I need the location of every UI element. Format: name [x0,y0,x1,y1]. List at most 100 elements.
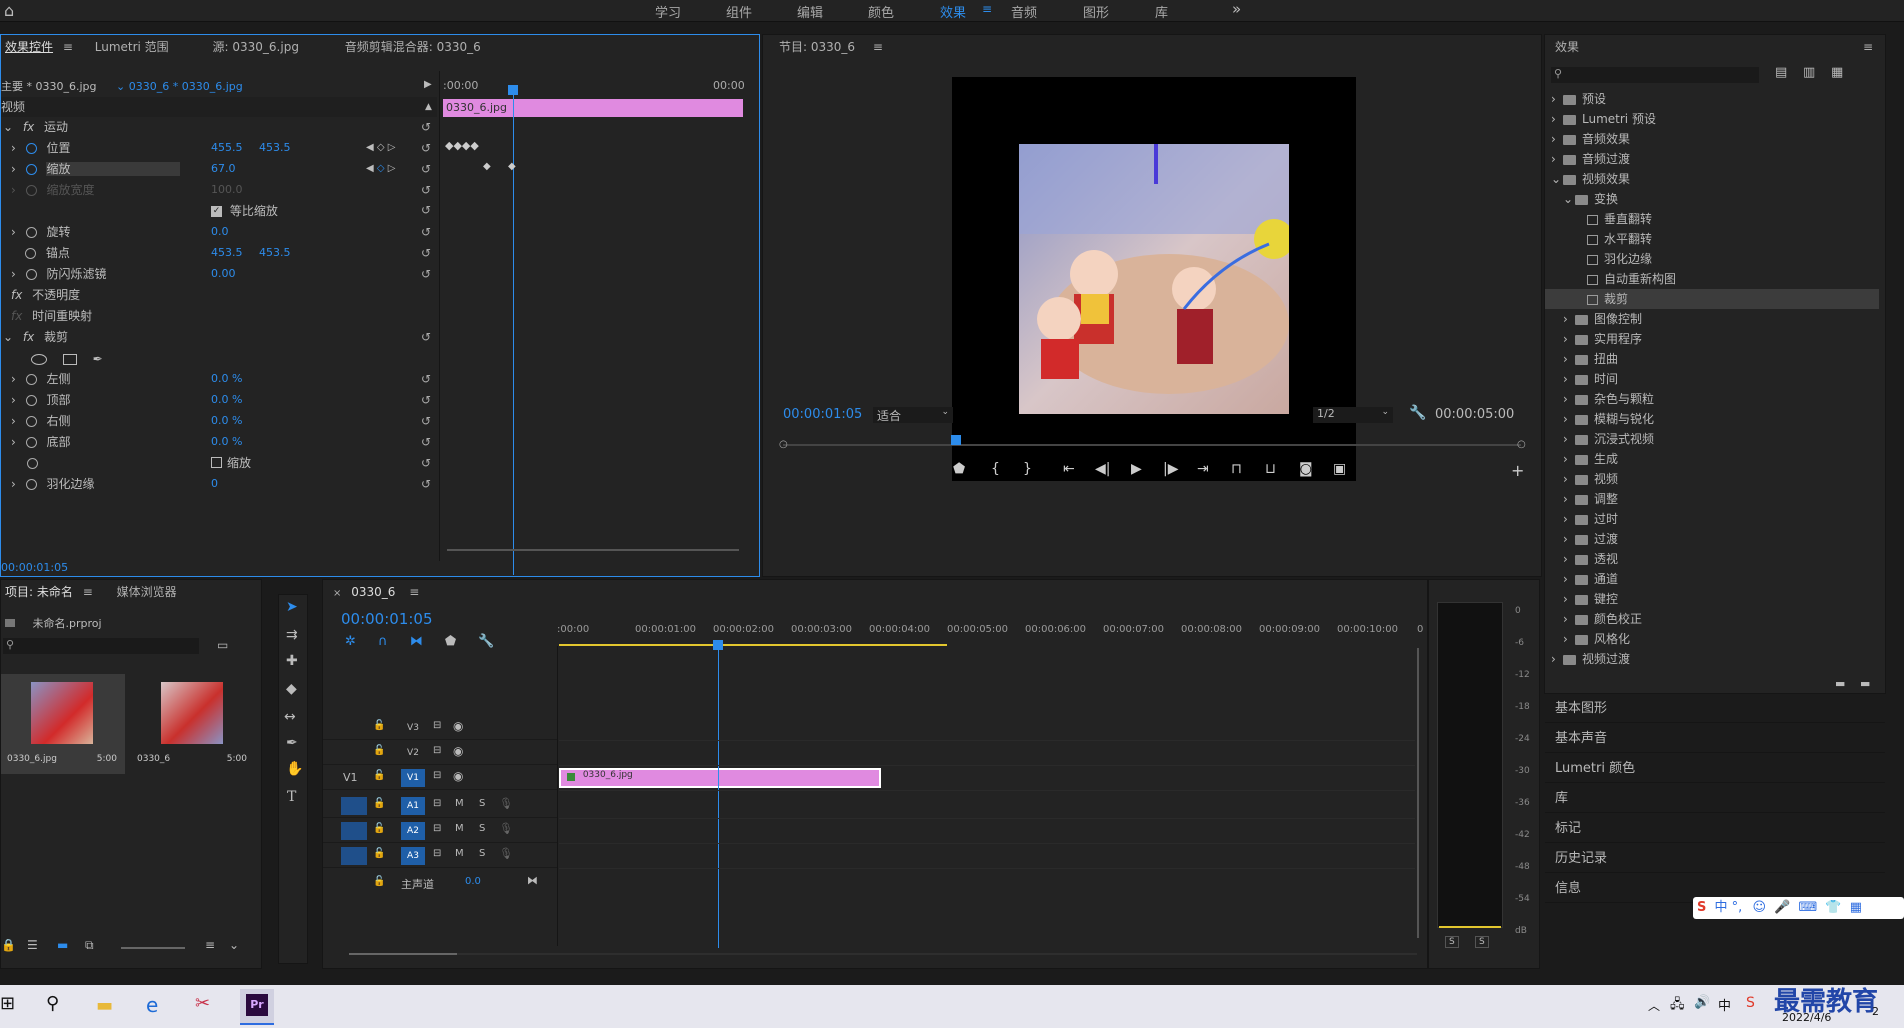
stopwatch-icon[interactable] [25,374,37,385]
nest-icon[interactable]: ✲ [345,634,356,649]
expand-icon[interactable]: › [1563,389,1575,409]
crop-bottom-value[interactable]: 0.0 % [211,432,242,452]
sync-lock-icon[interactable]: ⊟ [433,745,441,756]
program-scrub-bar[interactable] [783,444,1521,446]
keyframe-nav[interactable]: ◀ ◇ ▷ [366,138,395,158]
scroll-up-icon[interactable]: ▲ [425,97,432,117]
effects-tree-item[interactable]: › Lumetri 预设 [1545,109,1879,129]
reset-icon[interactable]: ↺ [421,474,435,494]
collapsed-panel-item[interactable]: 库 [1545,785,1885,813]
selection-tool-icon[interactable]: ➤ [286,599,298,615]
effects-tree-item[interactable]: › 键控 [1545,589,1879,609]
collapse-arrow-icon[interactable]: ▶ [424,79,432,90]
reset-icon[interactable]: ↺ [421,180,435,200]
lift-icon[interactable]: ⊓ [1231,461,1242,477]
timeline-clip-v1[interactable]: 0330_6.jpg [559,768,881,788]
microphone-icon[interactable]: 🎙 [499,797,513,810]
expand-icon[interactable]: › [1551,89,1563,109]
feather-value[interactable]: 0 [211,474,218,494]
reset-icon[interactable]: ↺ [421,243,435,263]
expand-icon[interactable]: ⌄ [1551,169,1563,189]
expand-icon[interactable]: › [1563,489,1575,509]
step-forward-icon[interactable]: |▶ [1163,461,1178,477]
delete-icon[interactable]: ▬ [1860,677,1870,690]
punctuation-icon[interactable]: °, [1732,900,1743,915]
effects-tree-item[interactable]: 自动重新构图 [1545,269,1879,289]
flicker-value[interactable]: 0.00 [211,264,236,284]
ripple-edit-icon[interactable]: ✚ [286,653,298,669]
track-lane[interactable] [559,868,1415,869]
master-value[interactable]: 0.0 [465,876,481,887]
expand-icon[interactable]: › [1551,649,1563,669]
effects-tree-item[interactable]: › 生成 [1545,449,1879,469]
tab-audio-clip-mixer[interactable]: 音频剪辑混合器: 0330_6 [345,40,481,54]
source-patch[interactable] [341,797,367,815]
expand-icon[interactable]: › [1551,149,1563,169]
panel-menu-icon[interactable]: ≡ [63,40,73,54]
effects-tree-item[interactable]: › 时间 [1545,369,1879,389]
lock-icon[interactable]: 🔓 [373,720,385,731]
expand-icon[interactable]: › [1551,109,1563,129]
fit-dropdown[interactable]: 适合 ⌄ [873,407,953,423]
wrench-icon[interactable]: 🔧 [1409,405,1426,421]
master-clip-label[interactable]: 主要 * 0330_6.jpg [1,80,97,93]
effects-tree-item[interactable]: › 调整 [1545,489,1879,509]
ws-menu-icon[interactable]: ≡ [982,2,992,16]
zoom-checkbox[interactable] [211,457,222,468]
ws-tab-graphics[interactable]: 图形 [1083,2,1109,21]
scale-keyframe[interactable]: ◆ [508,161,516,172]
track-lane[interactable] [559,843,1415,844]
slip-icon[interactable]: ↔ [284,709,296,725]
effects-tree-item[interactable]: › 图像控制 [1545,309,1879,329]
type-tool-icon[interactable]: T [287,789,296,805]
expand-icon[interactable]: › [1563,369,1575,389]
program-playhead[interactable] [951,435,961,445]
tab-project[interactable]: 项目: 未命名 [5,585,73,599]
linked-selection-icon[interactable]: ⧓ [410,634,423,649]
eye-icon[interactable]: ◉ [453,744,463,758]
ws-tab-assembly[interactable]: 组件 [726,2,752,21]
effects-tree-item[interactable]: › 音频效果 [1545,129,1879,149]
icon-view-icon[interactable]: ▬ [57,938,68,952]
anchor-y[interactable]: 453.5 [259,243,291,263]
ec-scrollbar[interactable] [447,549,739,551]
track-target-a3[interactable]: A3 [401,847,425,865]
stopwatch-icon[interactable] [25,164,37,175]
expand-icon[interactable]: › [1563,549,1575,569]
marker-icon[interactable]: ⬟ [953,461,965,477]
reset-icon[interactable]: ↺ [421,138,435,158]
effects-tree-item[interactable]: 垂直翻转 [1545,209,1879,229]
quality-dropdown[interactable]: 1/2 ⌄ [1313,407,1393,423]
expand-icon[interactable]: › [1563,509,1575,529]
expand-icon[interactable]: › [1563,629,1575,649]
freeform-view-icon[interactable]: ⧉ [85,938,94,953]
effects-tree-item[interactable]: › 预设 [1545,89,1879,109]
program-canvas[interactable] [952,77,1356,481]
sogou-logo-icon[interactable]: S [1697,900,1706,915]
effects-tree-item[interactable]: › 视频过渡 [1545,649,1879,669]
pen-mask-icon[interactable]: ✒ [93,352,103,366]
keyboard-icon[interactable]: ⌨ [1798,900,1817,915]
source-patch[interactable] [341,822,367,840]
windows-start-icon[interactable]: ⊞ [0,993,15,1014]
uniform-scale-checkbox[interactable]: ✓ [211,206,222,217]
expand-icon[interactable]: › [1563,569,1575,589]
solo-right[interactable]: S [1475,936,1489,948]
program-title[interactable]: 节目: 0330_6 [779,40,855,54]
list-view-icon[interactable]: ☰ [27,938,38,952]
grid-icon[interactable]: ▦ [1850,900,1862,915]
play-icon[interactable]: ▶ [1131,461,1142,477]
effects-tree-item[interactable]: › 透视 [1545,549,1879,569]
timeline-timecode[interactable]: 00:00:01:05 [341,610,433,628]
chevron-down-icon[interactable]: ⌄ [229,938,239,952]
panel-menu-icon[interactable]: ≡ [873,40,883,54]
ec-timecode[interactable]: 00:00:01:05 [1,561,68,574]
snap-icon[interactable]: ∩ [378,634,388,649]
close-icon[interactable]: × [333,588,341,599]
expand-icon[interactable]: › [1563,309,1575,329]
extract-icon[interactable]: ⊔ [1265,461,1276,477]
effects-tree-item[interactable]: › 音频过渡 [1545,149,1879,169]
stopwatch-icon[interactable] [25,248,36,259]
expand-icon[interactable]: › [1563,429,1575,449]
more-workspaces-icon[interactable]: » [1232,0,1241,18]
